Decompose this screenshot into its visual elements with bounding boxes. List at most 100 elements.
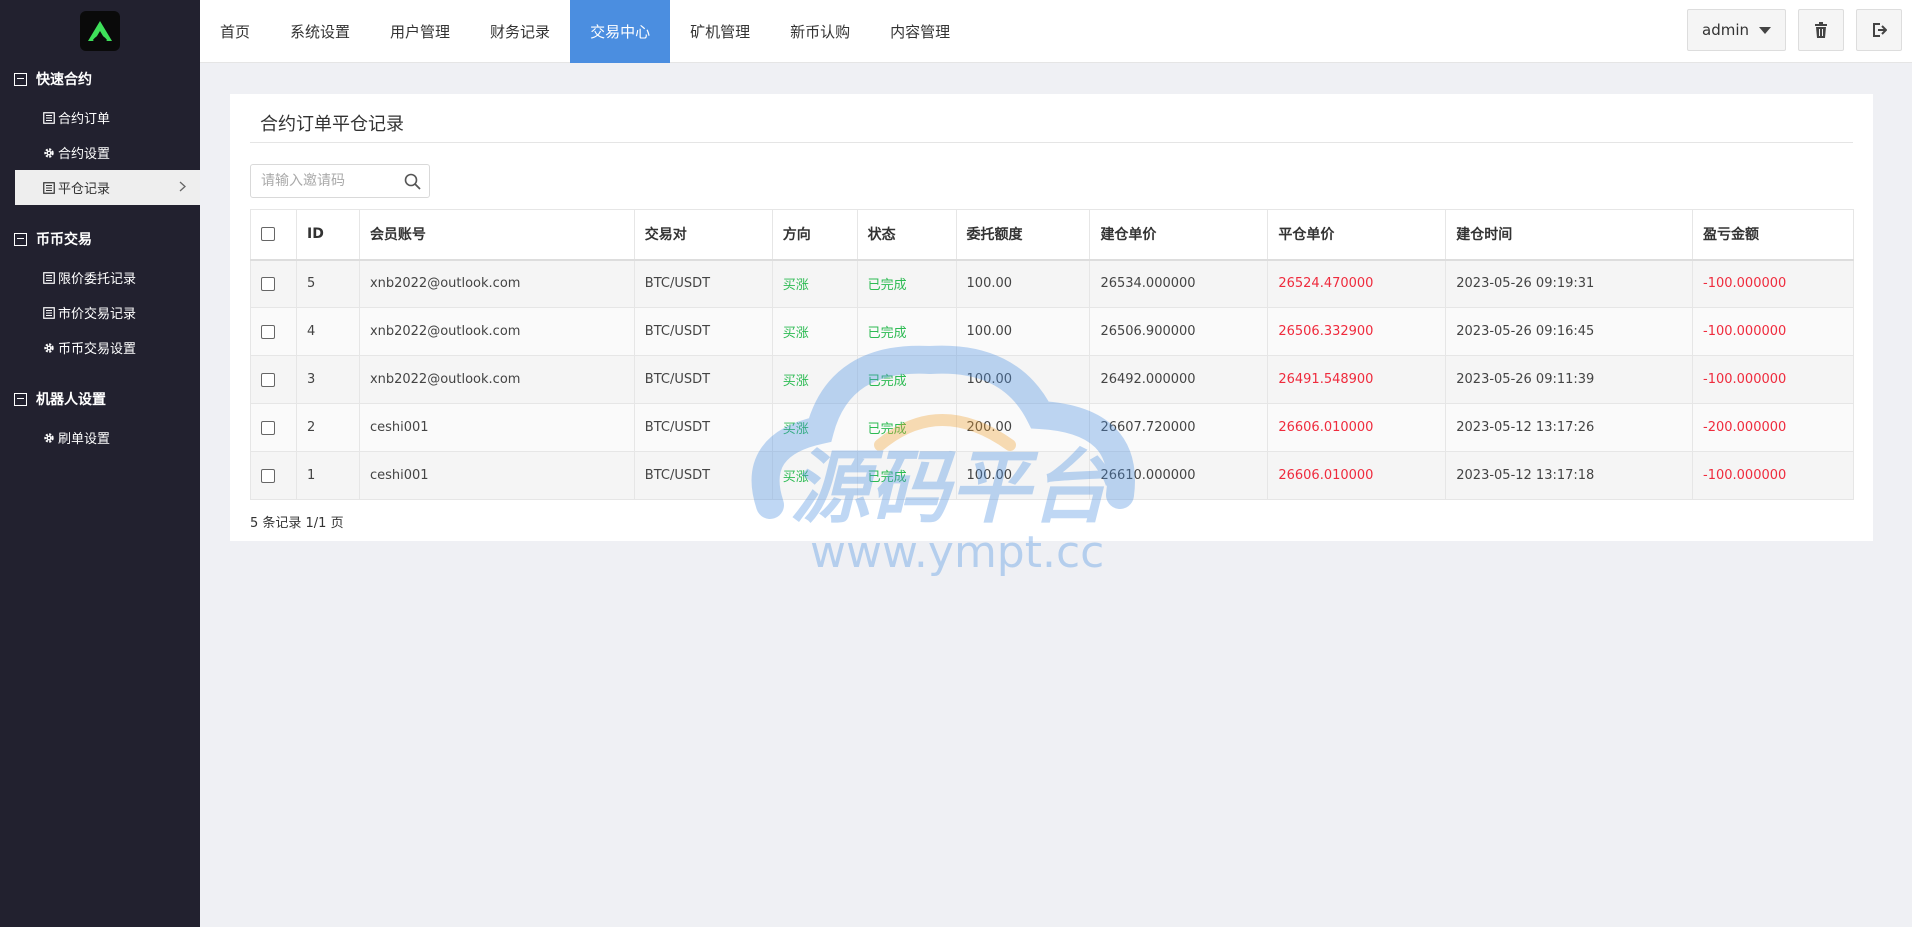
row-select-cell bbox=[250, 355, 297, 404]
list-icon bbox=[42, 306, 55, 319]
column-header: 委托额度 bbox=[955, 209, 1091, 261]
sidebar-item[interactable]: 市价交易记录 bbox=[0, 295, 200, 330]
table-row[interactable]: 1 ceshi001 BTC/USDT 买涨 已完成 100.00 26610.000000… bbox=[250, 451, 1854, 500]
sidebar-item[interactable]: 币币交易设置 bbox=[0, 330, 200, 365]
sidebar-item[interactable]: 合约设置 bbox=[0, 135, 200, 170]
row-select-cell bbox=[250, 259, 297, 308]
row-checkbox[interactable] bbox=[261, 420, 275, 435]
cell-open-time: 2023-05-12 13:17:18 bbox=[1445, 451, 1694, 500]
cell-id: 2 bbox=[295, 403, 360, 452]
row-checkbox[interactable] bbox=[261, 468, 275, 483]
row-select-cell bbox=[250, 307, 297, 356]
sidebar-item[interactable]: 限价委托记录 bbox=[0, 260, 200, 295]
search-icon[interactable] bbox=[404, 173, 421, 190]
cell-pair: BTC/USDT bbox=[633, 307, 773, 356]
cell-pnl: -100.000000 bbox=[1692, 451, 1854, 500]
row-checkbox[interactable] bbox=[261, 276, 275, 291]
sidebar-item-label: 合约设置 bbox=[58, 147, 111, 162]
cell-open-time: 2023-05-26 09:16:45 bbox=[1445, 307, 1694, 356]
nav-tab[interactable]: 系统设置 bbox=[270, 0, 370, 63]
list-icon bbox=[42, 181, 55, 194]
chevron-right-icon bbox=[179, 181, 186, 192]
logout-icon bbox=[1873, 23, 1887, 37]
content-panel: 合约订单平仓记录 ID会员账号交易对方向状态委托额度建仓单价平仓单价建仓时间盈亏… bbox=[230, 94, 1873, 541]
logout-button[interactable] bbox=[1856, 9, 1902, 51]
sidebar-item[interactable]: 刷单设置 bbox=[0, 420, 200, 455]
gear-icon bbox=[42, 341, 55, 354]
pagination-info: 5 条记录 1/1 页 bbox=[250, 516, 344, 531]
cell-open-price: 26534.000000 bbox=[1089, 259, 1269, 308]
cell-status: 已完成 bbox=[856, 259, 957, 308]
cell-open-price: 26610.000000 bbox=[1089, 451, 1269, 500]
sidebar-group-title: 币币交易 bbox=[36, 232, 92, 248]
cell-account: ceshi001 bbox=[358, 451, 635, 500]
logo[interactable] bbox=[80, 11, 120, 51]
select-all-cell bbox=[250, 209, 297, 261]
table-row[interactable]: 3 xnb2022@outlook.com BTC/USDT 买涨 已完成 100.00 2… bbox=[250, 355, 1854, 404]
cell-open-price: 26506.900000 bbox=[1089, 307, 1269, 356]
row-checkbox[interactable] bbox=[261, 324, 275, 339]
logo-area bbox=[0, 0, 200, 62]
collapse-icon bbox=[14, 392, 27, 406]
sidebar-group-header[interactable]: 机器人设置 bbox=[0, 384, 200, 414]
table-header-row: ID 会员账号 交易对 方向 状态 委托额度 建仓单价 平仓单价 建仓时间 盈亏金额 bbox=[250, 209, 1854, 261]
nav-tab[interactable]: 新币认购 bbox=[770, 0, 870, 63]
collapse-icon bbox=[14, 232, 27, 246]
column-header: ID bbox=[295, 209, 360, 261]
cell-pair: BTC/USDT bbox=[633, 355, 773, 404]
row-select-cell bbox=[250, 403, 297, 452]
nav-tab[interactable]: 内容管理 bbox=[870, 0, 970, 63]
row-checkbox[interactable] bbox=[261, 372, 275, 387]
column-header: 方向 bbox=[771, 209, 858, 261]
cell-pnl: -100.000000 bbox=[1692, 307, 1854, 356]
cell-close-price: 26606.010000 bbox=[1267, 403, 1447, 452]
sidebar: 快速合约合约订单合约设置平仓记录币币交易限价委托记录 市价交易记录 币币交易设置机器… bbox=[0, 0, 200, 927]
cell-amount: 100.00 bbox=[955, 451, 1091, 500]
cell-id: 4 bbox=[295, 307, 360, 356]
admin-label: admin bbox=[1702, 21, 1749, 39]
table-row[interactable]: 5 xnb2022@outlook.com BTC/USDT 买涨 已完成 100.00 2… bbox=[250, 259, 1854, 308]
sidebar-group-header[interactable]: 快速合约 bbox=[0, 64, 200, 94]
invite-code-search-input[interactable] bbox=[251, 165, 391, 197]
clear-cache-button[interactable] bbox=[1798, 9, 1844, 51]
cell-pair: BTC/USDT bbox=[633, 451, 773, 500]
list-icon bbox=[42, 111, 55, 124]
cell-account: ceshi001 bbox=[358, 403, 635, 452]
cell-pnl: -200.000000 bbox=[1692, 403, 1854, 452]
row-select-cell bbox=[250, 451, 297, 500]
column-header: 建仓单价 bbox=[1089, 209, 1269, 261]
sidebar-item-label: 刷单设置 bbox=[58, 432, 111, 447]
sidebar-item[interactable]: 平仓记录 bbox=[15, 170, 200, 205]
cell-close-price: 26506.332900 bbox=[1267, 307, 1447, 356]
column-header: 交易对 bbox=[633, 209, 773, 261]
column-header: 盈亏金额 bbox=[1692, 209, 1854, 261]
sidebar-item-label: 市价交易记录 bbox=[58, 307, 137, 322]
gear-icon bbox=[42, 146, 55, 159]
table-row[interactable]: 2 ceshi001 BTC/USDT 买涨 已完成 200.00 26607.720000… bbox=[250, 403, 1854, 452]
caret-down-icon bbox=[1759, 26, 1771, 34]
nav-tab[interactable]: 首页 bbox=[200, 0, 270, 63]
nav-tab[interactable]: 财务记录 bbox=[470, 0, 570, 63]
sidebar-group-header[interactable]: 币币交易 bbox=[0, 224, 200, 254]
sidebar-item[interactable]: 合约订单 bbox=[0, 100, 200, 135]
cell-close-price: 26524.470000 bbox=[1267, 259, 1447, 308]
title-divider bbox=[250, 142, 1853, 143]
sidebar-group-title: 机器人设置 bbox=[36, 392, 106, 408]
cell-status: 已完成 bbox=[856, 403, 957, 452]
nav-tab[interactable]: 用户管理 bbox=[370, 0, 470, 63]
sidebar-item-label: 币币交易设置 bbox=[58, 342, 137, 357]
trash-icon bbox=[1815, 22, 1827, 38]
nav-tab[interactable]: 交易中心 bbox=[570, 0, 671, 63]
cell-id: 1 bbox=[295, 451, 360, 500]
admin-dropdown[interactable]: admin bbox=[1687, 9, 1786, 51]
cell-amount: 100.00 bbox=[955, 355, 1091, 404]
select-all-checkbox[interactable] bbox=[261, 227, 275, 242]
nav-tab[interactable]: 矿机管理 bbox=[670, 0, 770, 63]
column-header: 平仓单价 bbox=[1267, 209, 1447, 261]
table-row[interactable]: 4 xnb2022@outlook.com BTC/USDT 买涨 已完成 100.00 2… bbox=[250, 307, 1854, 356]
top-nav-bar: 首页 系统设置 用户管理 财务记录 交易中心 矿机管理 新币认购 内容管理 admin bbox=[200, 0, 1912, 63]
list-icon bbox=[42, 271, 55, 284]
search-box bbox=[250, 164, 430, 198]
sidebar-item-label: 限价委托记录 bbox=[58, 272, 137, 287]
cell-open-price: 26607.720000 bbox=[1089, 403, 1269, 452]
